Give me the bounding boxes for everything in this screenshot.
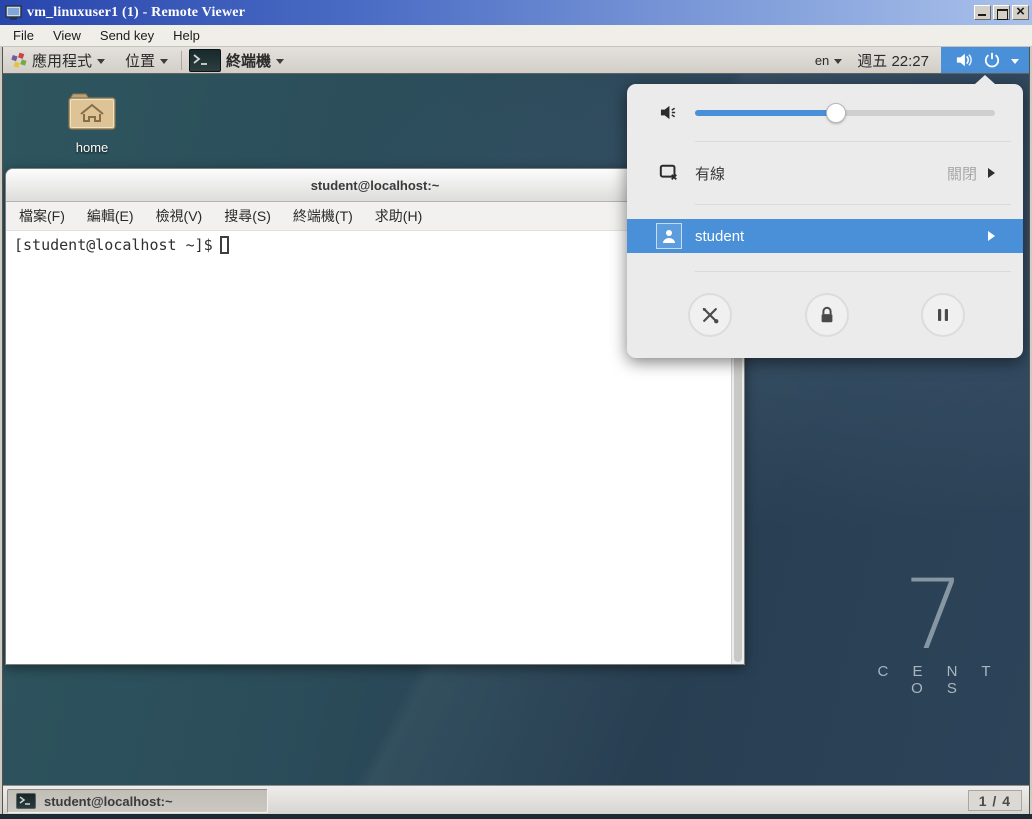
terminal-cursor — [220, 236, 229, 254]
terminal-menu-file[interactable]: 檔案(F) — [19, 206, 65, 226]
popup-divider — [695, 271, 1011, 272]
close-button[interactable] — [1012, 5, 1029, 20]
active-app-menu[interactable]: 終端機 — [185, 47, 294, 73]
user-icon — [661, 228, 677, 244]
keyboard-layout-label: en — [815, 53, 829, 68]
minimize-button[interactable] — [974, 5, 991, 20]
terminal-menu-help[interactable]: 求助(H) — [375, 206, 422, 226]
volume-slider[interactable] — [695, 110, 995, 116]
terminal-menu-edit[interactable]: 編輯(E) — [87, 206, 134, 226]
terminal-menu-view[interactable]: 檢視(V) — [156, 206, 203, 226]
chevron-right-icon — [988, 168, 995, 178]
system-status-menu[interactable] — [941, 47, 1032, 73]
popup-divider — [695, 141, 1011, 142]
chevron-down-icon — [834, 59, 842, 64]
wired-status: 關閉 — [947, 163, 977, 184]
applications-icon — [10, 52, 27, 69]
user-name: student — [695, 228, 744, 245]
volume-slider-fill — [695, 110, 836, 116]
menu-send-key[interactable]: Send key — [100, 28, 154, 43]
applications-menu[interactable]: 應用程式 — [0, 47, 115, 73]
menu-file[interactable]: File — [13, 28, 34, 43]
power-icon — [984, 52, 1000, 68]
home-folder-label: home — [58, 140, 126, 155]
window-list-taskbar: student@localhost:~ 1 / 4 — [0, 785, 1032, 814]
lock-icon — [818, 305, 836, 325]
menu-view[interactable]: View — [53, 28, 81, 43]
volume-slider-thumb[interactable] — [826, 103, 846, 123]
taskbar-terminal-button[interactable]: student@localhost:~ — [7, 789, 268, 813]
terminal-title: student@localhost:~ — [311, 178, 440, 193]
places-menu[interactable]: 位置 — [115, 47, 178, 73]
workspace-switcher[interactable]: 1 / 4 — [968, 790, 1022, 811]
centos-version: 7 — [864, 571, 1004, 659]
settings-button[interactable] — [688, 293, 732, 337]
settings-tools-icon — [700, 305, 720, 325]
remote-viewer-window: vm_linuxuser1 (1) - Remote Viewer File V… — [0, 0, 1032, 819]
menu-help[interactable]: Help — [173, 28, 200, 43]
centos-branding: 7 C E N T O S — [864, 571, 1004, 697]
suspend-button[interactable] — [921, 293, 965, 337]
places-label: 位置 — [125, 50, 155, 71]
window-frame-left — [0, 47, 3, 814]
user-row[interactable]: student — [627, 219, 1023, 253]
folder-icon — [66, 90, 118, 132]
terminal-app-icon — [189, 49, 221, 72]
centos-wordmark: C E N T O S — [864, 663, 1004, 697]
system-status-popup: 有線 關閉 student — [627, 84, 1023, 358]
window-menubar: File View Send key Help — [0, 25, 1032, 47]
volume-icon — [955, 52, 973, 68]
window-title: vm_linuxuser1 (1) - Remote Viewer — [27, 5, 245, 21]
panel-separator — [181, 51, 182, 70]
screen-bottom-edge — [0, 814, 1032, 819]
active-app-label: 終端機 — [226, 50, 271, 71]
chevron-down-icon — [160, 59, 168, 64]
terminal-menu-search[interactable]: 搜尋(S) — [224, 206, 271, 226]
terminal-menu-terminal[interactable]: 終端機(T) — [293, 206, 353, 226]
chevron-right-icon — [988, 231, 995, 241]
chevron-down-icon — [97, 59, 105, 64]
remote-viewer-app-icon — [5, 5, 22, 20]
popup-divider — [695, 204, 1011, 205]
taskbar-task-label: student@localhost:~ — [44, 794, 173, 809]
network-off-icon — [658, 163, 680, 183]
terminal-prompt: [student@localhost ~]$ — [14, 236, 213, 254]
clock[interactable]: 週五 22:27 — [851, 50, 941, 71]
chevron-down-icon — [1011, 59, 1019, 64]
applications-label: 應用程式 — [32, 50, 92, 71]
wired-label: 有線 — [695, 163, 725, 184]
pause-icon — [936, 307, 950, 323]
home-folder-icon[interactable]: home — [58, 90, 126, 155]
speaker-icon — [659, 104, 678, 121]
terminal-task-icon — [16, 793, 36, 809]
desktop: home student@localhost:~ 檔案(F) 編輯(E) 檢視(… — [0, 74, 1032, 785]
maximize-button[interactable] — [993, 5, 1010, 20]
lock-button[interactable] — [805, 293, 849, 337]
window-titlebar[interactable]: vm_linuxuser1 (1) - Remote Viewer — [0, 0, 1032, 25]
chevron-down-icon — [276, 59, 284, 64]
keyboard-layout-menu[interactable]: en — [806, 53, 851, 68]
user-avatar — [656, 223, 682, 249]
wired-network-row[interactable]: 有線 關閉 — [627, 156, 1023, 190]
gnome-top-panel: 應用程式 位置 終端機 en 週五 22:27 — [0, 47, 1032, 74]
